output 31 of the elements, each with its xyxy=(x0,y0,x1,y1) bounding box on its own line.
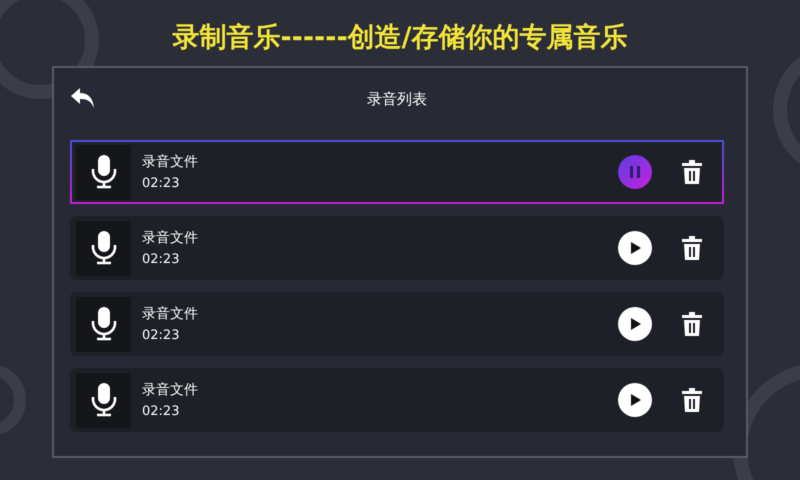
recording-duration: 02:23 xyxy=(142,404,180,419)
play-icon xyxy=(628,393,642,407)
pause-icon xyxy=(629,165,641,179)
recording-duration: 02:23 xyxy=(142,328,180,343)
pause-button[interactable] xyxy=(618,155,652,189)
trash-icon[interactable] xyxy=(680,159,704,185)
recording-name: 录音文件 xyxy=(142,305,199,323)
microphone-icon xyxy=(76,296,131,352)
recording-row[interactable]: 录音文件 02:23 xyxy=(70,368,724,432)
recording-duration: 02:23 xyxy=(142,176,180,191)
trash-icon[interactable] xyxy=(680,311,704,337)
headline: 录制音乐------创造/存储你的专属音乐 xyxy=(172,21,628,55)
recording-duration: 02:23 xyxy=(142,252,180,267)
play-icon xyxy=(628,317,642,331)
play-button[interactable] xyxy=(618,383,652,417)
panel-title: 录音列表 xyxy=(367,90,427,108)
recording-name: 录音文件 xyxy=(142,153,199,171)
trash-icon[interactable] xyxy=(680,235,704,261)
recording-row[interactable]: 录音文件 02:23 xyxy=(70,216,724,280)
recording-name: 录音文件 xyxy=(142,381,199,399)
play-button[interactable] xyxy=(618,307,652,341)
recording-name: 录音文件 xyxy=(142,229,199,247)
microphone-icon xyxy=(76,372,131,428)
recording-row[interactable]: 录音文件 02:23 xyxy=(70,292,724,356)
recording-row[interactable]: 录音文件 02:23 xyxy=(70,140,724,204)
play-icon xyxy=(628,241,642,255)
back-icon[interactable] xyxy=(70,86,96,110)
trash-icon[interactable] xyxy=(680,387,704,413)
microphone-icon xyxy=(76,144,131,200)
play-button[interactable] xyxy=(618,231,652,265)
microphone-icon xyxy=(76,220,131,276)
